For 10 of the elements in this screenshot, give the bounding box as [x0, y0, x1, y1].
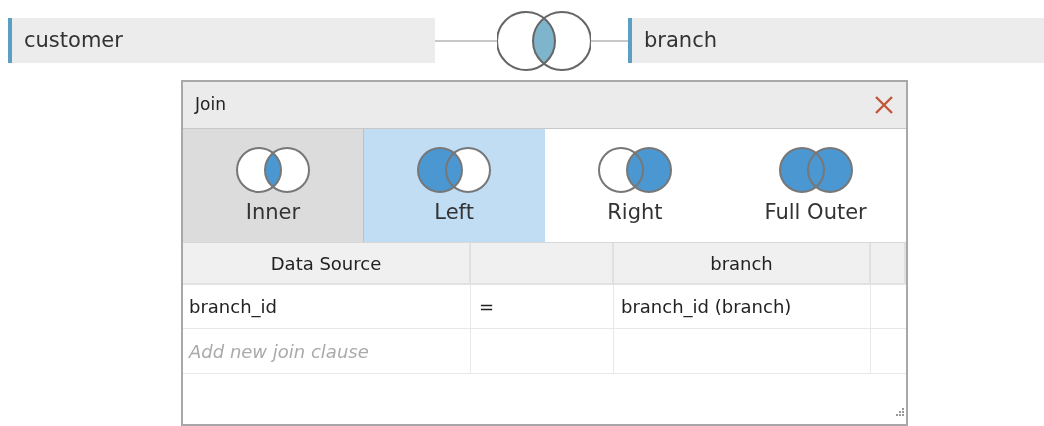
- dialog-title: Join: [195, 93, 226, 117]
- table-pill[interactable]: branch: [628, 18, 1044, 63]
- table-cell[interactable]: branch_id (branch): [614, 285, 871, 328]
- column-header: Data Source: [183, 243, 471, 283]
- join-type-tab[interactable]: Inner: [183, 129, 364, 242]
- column-header: branch: [614, 243, 871, 283]
- join-type-tab[interactable]: Left: [363, 129, 545, 242]
- table-cell[interactable]: branch_id: [183, 285, 471, 328]
- table-pill[interactable]: customer: [8, 18, 435, 63]
- table-cell[interactable]: =: [471, 285, 614, 328]
